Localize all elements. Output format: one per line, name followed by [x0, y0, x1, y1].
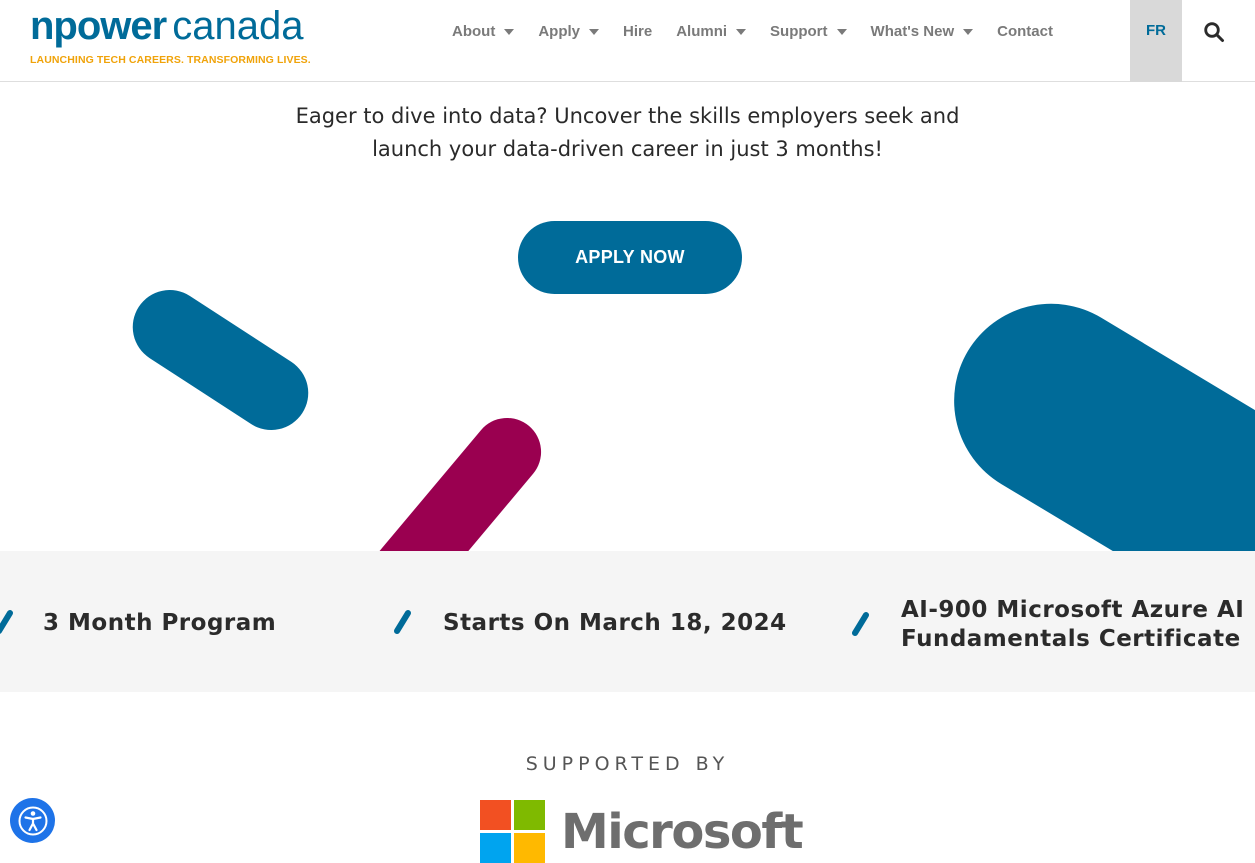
feature-certificate: AI-900 Microsoft Azure AI Fundamentals C… [848, 596, 1244, 654]
microsoft-wordmark: Microsoft [561, 804, 804, 860]
slash-bullet-icon [0, 610, 13, 634]
decorative-shapes [0, 0, 1255, 551]
feature-duration: 3 Month Program [0, 608, 276, 638]
slash-bullet-icon [394, 610, 411, 634]
decorative-blue-pill-left [118, 275, 323, 445]
ms-blue-square [480, 833, 511, 863]
feature-start-date: Starts On March 18, 2024 [390, 608, 787, 638]
feature-start-date-text: Starts On March 18, 2024 [443, 609, 787, 636]
program-features-band: 3 Month Program Starts On March 18, 2024… [0, 551, 1255, 692]
ms-red-square [480, 800, 511, 830]
accessibility-icon [18, 806, 47, 835]
decorative-magenta-pill [355, 404, 555, 551]
feature-certificate-line-2: Fundamentals Certificate [901, 626, 1241, 652]
accessibility-button[interactable] [10, 798, 55, 843]
ms-green-square [514, 800, 545, 830]
feature-certificate-line-1: AI-900 Microsoft Azure AI [901, 597, 1245, 623]
microsoft-logo-icon [480, 800, 545, 863]
supported-by-heading: SUPPORTED BY [525, 753, 730, 775]
ms-yellow-square [514, 833, 545, 863]
slash-bullet-icon [852, 612, 869, 636]
decorative-blue-pill-right [918, 267, 1255, 551]
feature-duration-text: 3 Month Program [43, 609, 277, 636]
